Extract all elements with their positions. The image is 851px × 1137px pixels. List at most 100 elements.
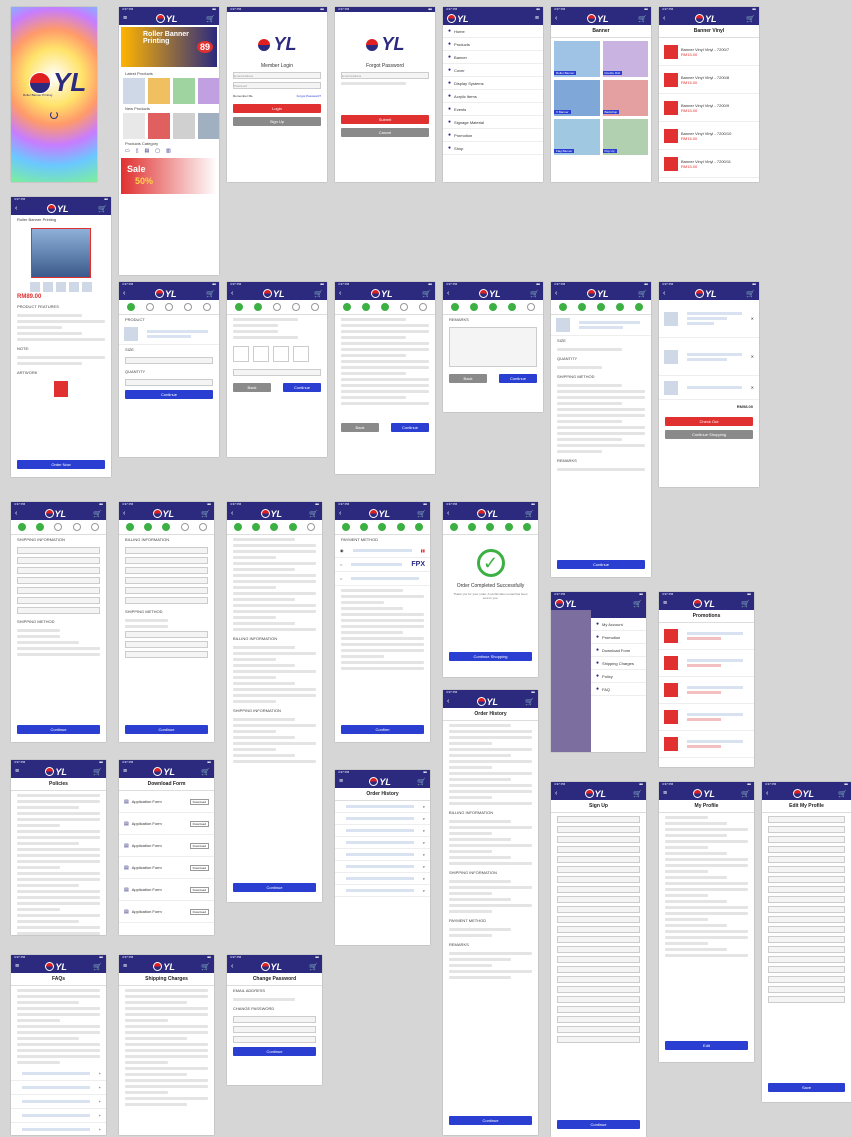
cart-icon[interactable]: 🛒 xyxy=(633,790,642,798)
side-menu-item[interactable]: ● Policy xyxy=(591,670,646,683)
cart-icon[interactable]: 🛒 xyxy=(314,290,323,298)
menu-item[interactable]: ● Banner xyxy=(443,51,543,64)
back-icon[interactable]: ‹ xyxy=(663,290,665,297)
continue-button[interactable]: Continue xyxy=(283,383,321,392)
product-row[interactable]: Banner Vinyl Vinyl - 7200/8 RM15.00 xyxy=(659,66,759,94)
back-icon[interactable]: ‹ xyxy=(231,510,233,517)
history-row[interactable]: ⌕ xyxy=(335,837,430,849)
order-now-button[interactable]: Order Now xyxy=(17,460,105,469)
cart-icon[interactable]: 🛒 xyxy=(201,510,210,518)
cart-icon[interactable]: 🛒 xyxy=(638,290,647,298)
continue-shopping-button[interactable]: Continue Shopping xyxy=(665,430,753,439)
continue-button[interactable]: Continue xyxy=(125,390,213,399)
remarks-textarea[interactable] xyxy=(449,327,537,367)
back-icon[interactable]: ‹ xyxy=(15,510,17,517)
back-icon[interactable]: ‹ xyxy=(123,510,125,517)
back-icon[interactable]: ‹ xyxy=(231,963,233,970)
remove-icon[interactable]: ✕ xyxy=(751,316,754,321)
promo-row[interactable] xyxy=(659,704,754,731)
option-icons[interactable] xyxy=(227,342,327,366)
back-button[interactable]: Back xyxy=(449,374,487,383)
history-row[interactable]: ⌕ xyxy=(335,861,430,873)
menu-icon[interactable]: ≡ xyxy=(123,768,127,775)
back-icon[interactable]: ‹ xyxy=(123,290,125,297)
side-menu-item[interactable]: ● FAQ xyxy=(591,683,646,696)
continue-button[interactable]: Continue xyxy=(391,423,429,432)
menu-item[interactable]: ● Events xyxy=(443,103,543,116)
menu-icon[interactable]: ≡ xyxy=(15,963,19,970)
add-to-cart-button[interactable]: Continue xyxy=(557,560,645,569)
cart-icon[interactable]: 🛒 xyxy=(93,768,102,776)
product-row[interactable]: Banner Vinyl Vinyl - 7200/7 RM15.00 xyxy=(659,38,759,66)
promo-banner[interactable]: Roller Banner Printing 89 xyxy=(121,27,217,67)
cart-icon[interactable]: 🛒 xyxy=(206,15,215,23)
remove-icon[interactable]: ✕ xyxy=(751,385,754,390)
submit-button[interactable]: Submit xyxy=(341,115,429,124)
search-icon[interactable]: ⌕ xyxy=(423,876,425,881)
cart-icon[interactable]: 🛒 xyxy=(746,15,755,23)
search-icon[interactable]: ⌕ xyxy=(423,804,425,809)
cart-icon[interactable]: 🛒 xyxy=(741,790,750,798)
signup-button[interactable]: Sign Up xyxy=(233,117,321,126)
pdf-icon[interactable] xyxy=(54,381,68,397)
history-row[interactable]: ⌕ xyxy=(335,825,430,837)
menu-icon[interactable]: ≡ xyxy=(663,600,667,607)
promo-row[interactable] xyxy=(659,677,754,704)
download-button[interactable]: Download xyxy=(189,886,209,893)
payment-option-bank[interactable]: ○ xyxy=(335,572,430,586)
continue-button[interactable]: Continue xyxy=(233,883,316,892)
promo-row[interactable] xyxy=(659,650,754,677)
sale-banner[interactable]: Sale 50% xyxy=(121,158,217,194)
faq-item[interactable]: + xyxy=(11,1081,106,1095)
menu-icon[interactable]: ≡ xyxy=(15,768,19,775)
promo-row[interactable] xyxy=(659,731,754,758)
payment-option-fpx[interactable]: ○ FPX xyxy=(335,558,430,572)
cart-icon[interactable]: 🛒 xyxy=(309,963,318,971)
cart-icon[interactable]: 🛒 xyxy=(638,15,647,23)
side-menu-item[interactable]: ● Promotion xyxy=(591,631,646,644)
continue-button[interactable]: Continue xyxy=(125,725,208,734)
qty-input[interactable] xyxy=(125,379,213,386)
forgot-email-field[interactable]: Email Address xyxy=(341,72,429,79)
back-icon[interactable]: ‹ xyxy=(339,290,341,297)
forgot-link[interactable]: Forgot Password? xyxy=(297,94,321,98)
cart-icon[interactable]: 🛒 xyxy=(206,290,215,298)
cart-icon[interactable]: 🛒 xyxy=(201,963,210,971)
cart-icon[interactable]: 🛒 xyxy=(633,600,642,608)
confirm-button[interactable]: Confirm xyxy=(341,725,424,734)
search-icon[interactable]: ⌕ xyxy=(423,816,425,821)
menu-icon[interactable]: ≡ xyxy=(123,963,127,970)
product-row[interactable]: Banner Vinyl Vinyl - 7200/10 RM15.00 xyxy=(659,122,759,150)
product-row[interactable]: Banner Vinyl Vinyl - 7200/11 RM15.00 xyxy=(659,150,759,178)
checkout-button[interactable]: Check Out xyxy=(665,417,753,426)
download-button[interactable]: Download xyxy=(189,798,209,805)
cart-icon[interactable]: 🛒 xyxy=(93,963,102,971)
banner-tile[interactable]: Roller Banner xyxy=(554,41,600,77)
back-icon[interactable]: ‹ xyxy=(663,15,665,22)
promo-row[interactable] xyxy=(659,623,754,650)
history-row[interactable]: ⌕ xyxy=(335,813,430,825)
cart-icon[interactable]: 🛒 xyxy=(746,290,755,298)
menu-icon[interactable]: ≡ xyxy=(663,790,667,797)
banner-tile[interactable]: X Banner xyxy=(554,80,600,116)
menu-icon[interactable]: ≡ xyxy=(535,15,539,22)
confirm-password-field[interactable] xyxy=(233,1036,316,1043)
download-button[interactable]: Download xyxy=(189,820,209,827)
banner-tile[interactable]: Backdrop xyxy=(602,80,648,116)
cart-icon[interactable]: 🛒 xyxy=(98,205,107,213)
remove-icon[interactable]: ✕ xyxy=(751,354,754,359)
option-select[interactable] xyxy=(233,369,321,376)
search-icon[interactable]: ⌕ xyxy=(423,840,425,845)
cart-icon[interactable]: 🛒 xyxy=(201,768,210,776)
cart-icon[interactable]: 🛒 xyxy=(309,510,318,518)
back-icon[interactable]: ‹ xyxy=(447,698,449,705)
back-icon[interactable]: ‹ xyxy=(447,290,449,297)
continue-button[interactable]: Continue xyxy=(17,725,100,734)
search-icon[interactable]: ⌕ xyxy=(423,864,425,869)
banner-tile[interactable]: Flag Banner xyxy=(554,119,600,155)
side-menu-item[interactable]: ● Download Form xyxy=(591,644,646,657)
edit-profile-button[interactable]: Edit xyxy=(665,1041,748,1050)
save-button[interactable]: Save xyxy=(768,1083,845,1092)
menu-icon[interactable]: ≡ xyxy=(339,778,343,785)
cart-icon[interactable]: 🛒 xyxy=(93,510,102,518)
